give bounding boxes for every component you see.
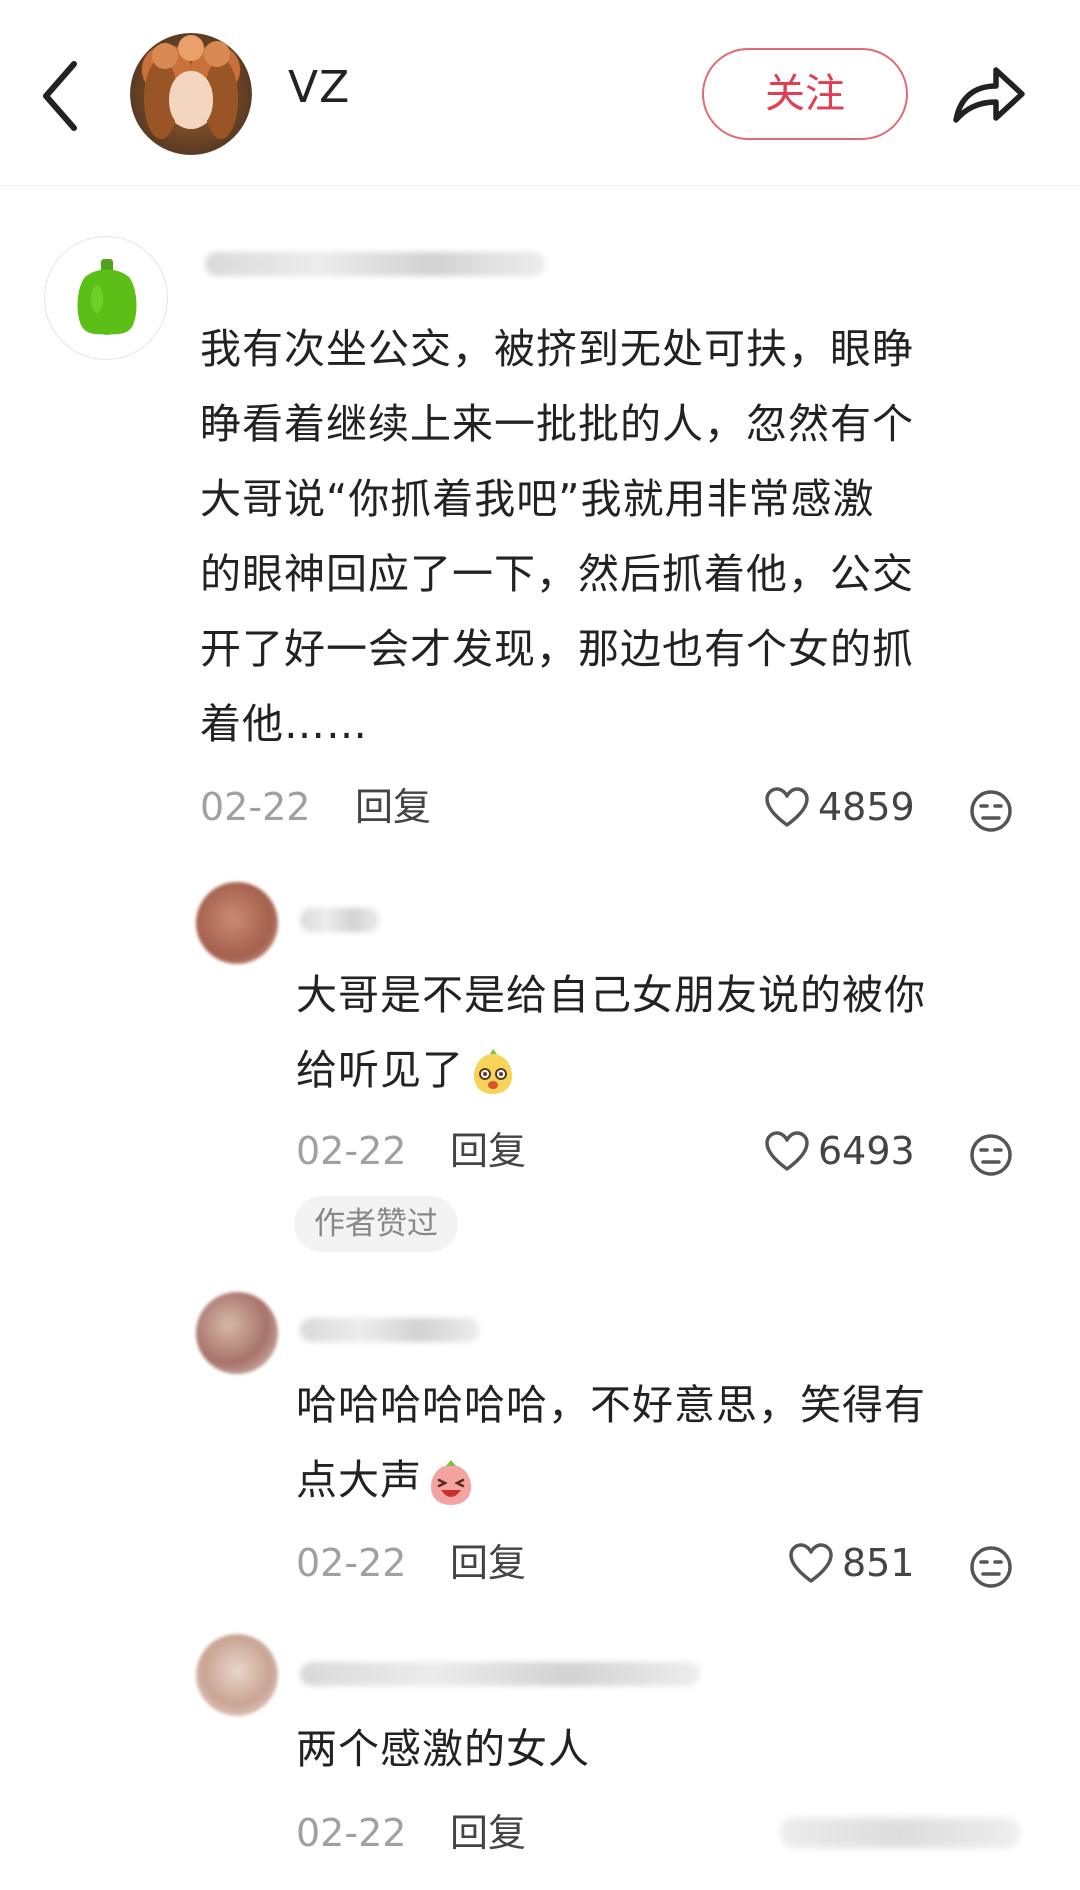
commenter-avatar[interactable] bbox=[196, 1292, 278, 1374]
like-count: 4859 bbox=[818, 785, 915, 829]
commenter-avatar[interactable] bbox=[196, 1634, 278, 1716]
laughing-emoji-icon bbox=[474, 1049, 512, 1094]
comment-date: 02-22 bbox=[296, 1811, 407, 1855]
comment-line: 大哥是不是给自己女朋友说的被你 bbox=[296, 971, 926, 1019]
comment-line: 哈哈哈哈哈哈，不好意思，笑得有 bbox=[296, 1381, 926, 1429]
like-count: 851 bbox=[842, 1541, 915, 1585]
follow-button[interactable]: 关注 bbox=[702, 48, 908, 140]
comment-line: 开了好一会才发现，那边也有个女的抓 bbox=[200, 625, 914, 673]
commenter-name bbox=[205, 252, 545, 276]
reply-button[interactable]: 回复 bbox=[450, 1808, 526, 1858]
comment-text: 大哥是不是给自己女朋友说的被你 给听见了 bbox=[296, 958, 1036, 1108]
author-liked-badge: 作者赞过 bbox=[294, 1196, 458, 1252]
watermark-blur bbox=[780, 1818, 1020, 1848]
chevron-left-icon bbox=[43, 61, 77, 131]
comment-line: 给听见了 bbox=[296, 1033, 1036, 1108]
commenter-name bbox=[300, 1662, 700, 1686]
heart-icon bbox=[765, 787, 809, 827]
share-button[interactable] bbox=[950, 62, 1028, 128]
dislike-button[interactable] bbox=[968, 1132, 1014, 1178]
reply-button[interactable]: 回复 bbox=[355, 782, 431, 832]
author-username[interactable]: VZ bbox=[288, 62, 350, 113]
heart-icon bbox=[765, 1131, 809, 1171]
reply-button[interactable]: 回复 bbox=[450, 1126, 526, 1176]
like-button[interactable]: 851 bbox=[788, 1538, 915, 1588]
comment-line: 的眼神回应了一下，然后抓着他，公交 bbox=[200, 550, 914, 598]
comment-line: 着他…… bbox=[200, 700, 368, 748]
commenter-name bbox=[300, 1318, 480, 1342]
reply-button[interactable]: 回复 bbox=[450, 1538, 526, 1588]
like-button[interactable]: 6493 bbox=[764, 1126, 915, 1176]
like-button[interactable]: 4859 bbox=[764, 782, 915, 832]
unhappy-face-icon bbox=[970, 1134, 1012, 1176]
comment-text: 两个感激的女人 bbox=[296, 1712, 1036, 1787]
grinning-emoji-icon bbox=[431, 1460, 471, 1505]
comment-line: 点大声 bbox=[296, 1443, 1036, 1518]
share-arrow-icon bbox=[953, 67, 1025, 123]
commenter-avatar[interactable] bbox=[196, 882, 278, 964]
unhappy-face-icon bbox=[970, 1546, 1012, 1588]
comment-line: 睁看着继续上来一批批的人，忽然有个 bbox=[200, 400, 914, 448]
author-avatar[interactable] bbox=[130, 33, 252, 155]
unhappy-face-icon bbox=[970, 790, 1012, 832]
comment-line: 大哥说“你抓着我吧”我就用非常感激 bbox=[200, 475, 875, 523]
comment-line: 我有次坐公交，被挤到无处可扶，眼睁 bbox=[200, 325, 914, 373]
commenter-name bbox=[300, 908, 380, 932]
back-button[interactable] bbox=[38, 56, 88, 136]
commenter-avatar[interactable] bbox=[44, 236, 168, 360]
dislike-button[interactable] bbox=[968, 788, 1014, 834]
top-bar: VZ 关注 bbox=[0, 0, 1080, 186]
like-count: 6493 bbox=[818, 1129, 915, 1173]
green-pepper-avatar-icon bbox=[77, 259, 137, 335]
comment-date: 02-22 bbox=[296, 1541, 407, 1585]
comment-date: 02-22 bbox=[296, 1129, 407, 1173]
dislike-button[interactable] bbox=[968, 1544, 1014, 1590]
comment-text: 哈哈哈哈哈哈，不好意思，笑得有 点大声 bbox=[296, 1368, 1036, 1518]
comment-line: 两个感激的女人 bbox=[296, 1725, 590, 1773]
comment-date: 02-22 bbox=[200, 785, 311, 829]
heart-icon bbox=[789, 1543, 833, 1583]
comment-text: 我有次坐公交，被挤到无处可扶，眼睁 睁看着继续上来一批批的人，忽然有个 大哥说“… bbox=[200, 312, 1040, 762]
